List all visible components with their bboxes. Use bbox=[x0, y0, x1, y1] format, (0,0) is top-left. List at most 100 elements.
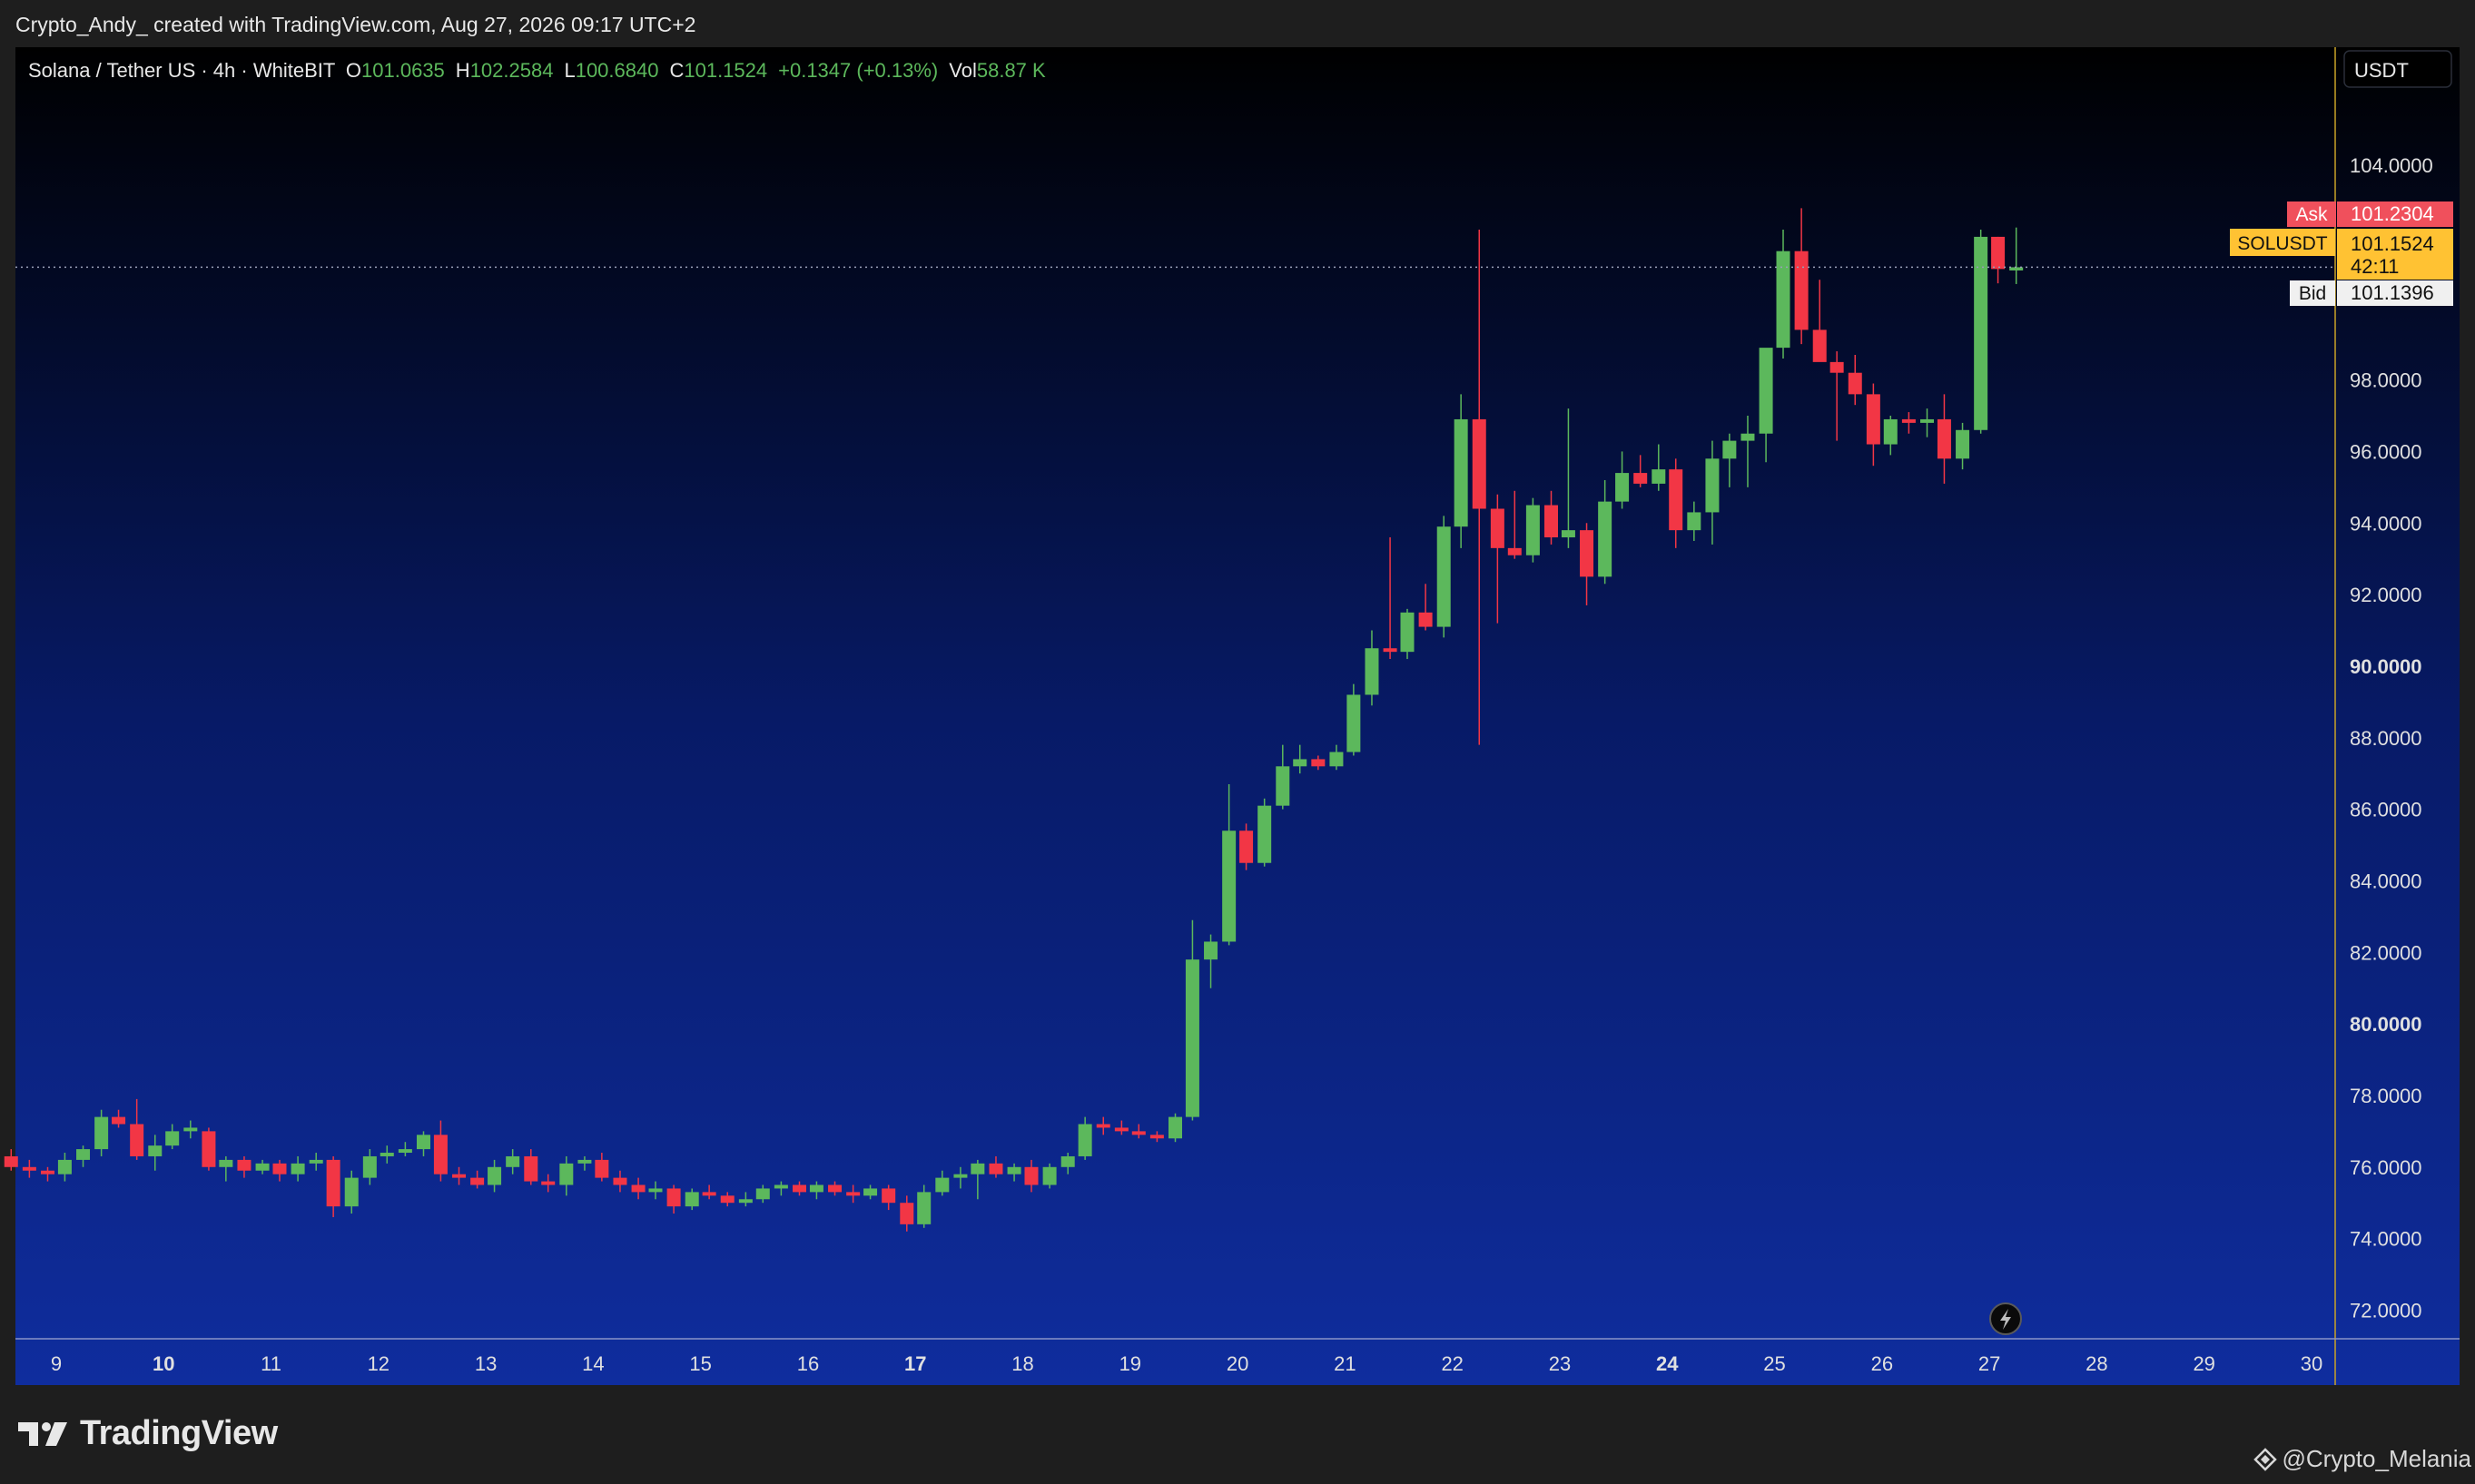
candle-body-down bbox=[1812, 329, 1827, 362]
candle-body-down bbox=[524, 1155, 538, 1182]
candle-body-up bbox=[1168, 1116, 1182, 1139]
currency-label[interactable]: USDT bbox=[2354, 59, 2409, 82]
candle-body-up bbox=[1687, 512, 1701, 531]
y-tick-label: 86.0000 bbox=[2350, 799, 2422, 821]
candle-body-up bbox=[1974, 236, 1988, 430]
diamond-icon bbox=[2253, 1447, 2277, 1471]
candle-body-down bbox=[1669, 469, 1683, 531]
candle-body-up bbox=[488, 1166, 502, 1185]
x-tick-label: 29 bbox=[2193, 1352, 2214, 1375]
candlestick-chart[interactable]: 72.0000 74.0000 76.0000 78.0000 80.0000 82.00… bbox=[0, 0, 2475, 1389]
y-tick-label: 96.0000 bbox=[2350, 440, 2422, 463]
candle-body-down bbox=[433, 1135, 448, 1174]
candle-body-up bbox=[1365, 648, 1379, 695]
candle-body-down bbox=[595, 1159, 609, 1178]
candle-body-up bbox=[559, 1163, 574, 1185]
candle-body-down bbox=[1024, 1166, 1039, 1185]
legend-close-value: 101.1524 bbox=[684, 59, 767, 82]
candle-body-down bbox=[1490, 508, 1504, 548]
candle-body-up bbox=[1007, 1166, 1021, 1174]
candle bbox=[202, 1127, 216, 1171]
y-tick-label: 98.0000 bbox=[2350, 369, 2422, 392]
candle-body-up bbox=[774, 1184, 788, 1189]
candle bbox=[1257, 798, 1272, 867]
candle-body-up bbox=[57, 1159, 72, 1174]
candle bbox=[1974, 230, 1988, 434]
candle-body-up bbox=[1185, 959, 1199, 1117]
x-tick-label: 11 bbox=[261, 1352, 281, 1375]
candle bbox=[1042, 1163, 1057, 1189]
x-tick-label: 28 bbox=[2086, 1352, 2107, 1375]
candle-body-up bbox=[1400, 612, 1415, 653]
candle-body-down bbox=[22, 1166, 36, 1171]
candle-body-down bbox=[1383, 648, 1397, 653]
candle-body-up bbox=[738, 1199, 753, 1204]
candle-body-up bbox=[685, 1192, 699, 1207]
candle-body-down bbox=[1829, 361, 1844, 373]
tradingview-brand[interactable]: TradingView bbox=[18, 1414, 278, 1453]
last-price-value: 101.1524 bbox=[2351, 232, 2434, 255]
candle bbox=[1436, 516, 1451, 638]
candle-body-down bbox=[1507, 547, 1522, 555]
candle-body-up bbox=[1561, 530, 1575, 538]
candle-body-up bbox=[1042, 1166, 1057, 1185]
legend-open-label: O bbox=[346, 59, 361, 82]
candle-body-up bbox=[1454, 418, 1468, 527]
legend-change: +0.1347 (+0.13%) bbox=[778, 59, 938, 82]
candle-body-up bbox=[1436, 526, 1451, 627]
candle-body-down bbox=[1848, 372, 1862, 395]
candle-body-down bbox=[1866, 394, 1880, 445]
candle-body-down bbox=[4, 1155, 18, 1167]
x-tick-label: 13 bbox=[475, 1352, 497, 1375]
plot-background bbox=[15, 47, 2460, 1385]
x-tick-label: 27 bbox=[1978, 1352, 2000, 1375]
y-tick-label: 82.0000 bbox=[2350, 941, 2422, 964]
candle-body-down bbox=[1794, 251, 1809, 330]
candle-body-up bbox=[1956, 429, 1970, 459]
candle-body-down bbox=[40, 1170, 54, 1174]
candle-body-down bbox=[989, 1163, 1003, 1174]
candle bbox=[1400, 608, 1415, 660]
candle-body-down bbox=[1580, 530, 1594, 577]
x-tick-label: 22 bbox=[1441, 1352, 1463, 1375]
x-tick-label: 23 bbox=[1549, 1352, 1571, 1375]
candle-body-up bbox=[148, 1145, 163, 1156]
y-tick-label: 72.0000 bbox=[2350, 1299, 2422, 1322]
candle-body-up bbox=[935, 1177, 950, 1193]
candle-body-down bbox=[1472, 418, 1486, 509]
candle-body-up bbox=[809, 1184, 823, 1193]
candle-body-down bbox=[1544, 505, 1559, 538]
x-tick-label: 15 bbox=[689, 1352, 711, 1375]
candle-body-up bbox=[76, 1149, 91, 1160]
candle-body-up bbox=[1776, 251, 1790, 349]
lightning-icon[interactable] bbox=[1989, 1302, 2022, 1335]
x-tick-label: 16 bbox=[797, 1352, 819, 1375]
candle-body-down bbox=[326, 1159, 340, 1207]
candle-body-up bbox=[1705, 458, 1720, 513]
x-tick-label: 24 bbox=[1656, 1352, 1679, 1375]
candle-body-up bbox=[1257, 805, 1272, 863]
x-tick-label: 20 bbox=[1227, 1352, 1248, 1375]
candle-body-down bbox=[272, 1163, 287, 1174]
candle-body-down bbox=[613, 1177, 627, 1185]
x-tick-label: 17 bbox=[904, 1352, 926, 1375]
candle-body-up bbox=[971, 1163, 985, 1174]
candle-body-down bbox=[882, 1188, 896, 1204]
footer-bar bbox=[0, 1386, 2475, 1484]
candle-body-up bbox=[1652, 469, 1666, 484]
candle-body-up bbox=[1883, 418, 1898, 445]
candle-body-up bbox=[863, 1188, 878, 1196]
candle-body-up bbox=[398, 1149, 412, 1154]
x-tick-label: 21 bbox=[1334, 1352, 1356, 1375]
candle-body-down bbox=[1991, 236, 2006, 270]
candle-body-down bbox=[1239, 830, 1254, 863]
candle-body-down bbox=[1633, 473, 1648, 484]
candle-body-down bbox=[1937, 418, 1951, 459]
candle-body-down bbox=[1096, 1124, 1110, 1128]
legend-symbol: Solana / Tether US · 4h · WhiteBIT bbox=[28, 59, 335, 82]
candle-body-up bbox=[755, 1188, 770, 1200]
candle-body-down bbox=[112, 1116, 126, 1125]
x-tick-label: 9 bbox=[51, 1352, 62, 1375]
x-tick-label: 19 bbox=[1119, 1352, 1141, 1375]
y-tick-label: 88.0000 bbox=[2350, 727, 2422, 750]
